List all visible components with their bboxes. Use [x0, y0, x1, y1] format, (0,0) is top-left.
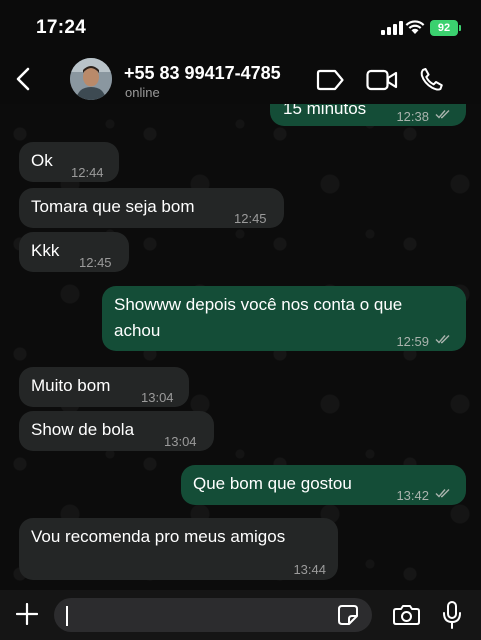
message-bubble-incoming[interactable]: Tomara que seja bom 12:45	[19, 188, 284, 228]
read-receipt-icon	[435, 335, 450, 344]
message-bubble-incoming[interactable]: Show de bola 13:04	[19, 411, 214, 451]
contact-status: online	[125, 85, 160, 100]
status-time: 17:24	[36, 17, 87, 38]
message-time: 12:38	[396, 109, 429, 124]
message-bubble-incoming[interactable]: Muito bom 13:04	[19, 367, 189, 407]
wifi-icon	[405, 20, 425, 34]
avatar[interactable]	[70, 58, 112, 100]
chat-header: +55 83 99417-4785 online	[0, 54, 481, 104]
message-time: 12:44	[71, 165, 104, 180]
message-time: 12:45	[234, 211, 267, 226]
message-text: Ok	[31, 151, 53, 170]
message-text: Vou recomenda pro meus amigos	[31, 527, 286, 546]
message-time: 13:04	[164, 434, 197, 449]
message-text: Tomara que seja bom	[31, 197, 195, 216]
contact-name[interactable]: +55 83 99417-4785	[124, 63, 281, 84]
message-text: Muito bom	[31, 376, 111, 395]
signal-icon	[381, 21, 403, 35]
voice-call-icon[interactable]	[419, 67, 444, 92]
message-text-line-1: Showww depois você nos conta o que	[114, 295, 403, 314]
message-bubble-incoming[interactable]: Vou recomenda pro meus amigos 13:44	[19, 518, 338, 580]
text-caret	[66, 606, 68, 626]
message-bubble-incoming[interactable]: Ok 12:44	[19, 142, 119, 182]
input-bar	[0, 590, 481, 640]
status-bar: 17:24 92	[0, 0, 481, 54]
message-text: Show de bola	[31, 420, 135, 439]
sticker-icon[interactable]	[337, 604, 359, 626]
message-time: 12:45	[79, 255, 112, 270]
battery-level: 92	[437, 22, 451, 34]
video-call-icon[interactable]	[366, 69, 398, 91]
message-time: 13:42	[396, 488, 429, 503]
back-icon[interactable]	[12, 66, 36, 92]
message-time: 13:44	[293, 562, 326, 577]
message-bubble-outgoing[interactable]: Que bom que gostou 13:42	[181, 465, 466, 505]
message-bubble-outgoing[interactable]: Showww depois você nos conta o que achou…	[102, 286, 466, 351]
message-input[interactable]	[54, 598, 372, 632]
battery-indicator: 92	[430, 20, 461, 36]
message-time: 12:59	[396, 334, 429, 349]
labels-icon[interactable]	[316, 69, 345, 91]
message-bubble-outgoing[interactable]: 15 minutos 12:38	[270, 104, 466, 126]
read-receipt-icon	[435, 489, 450, 498]
message-bubble-incoming[interactable]: Kkk 12:45	[19, 232, 129, 272]
message-text: Kkk	[31, 241, 60, 260]
plus-icon[interactable]	[16, 603, 38, 625]
mic-icon[interactable]	[441, 600, 463, 630]
message-time: 13:04	[141, 390, 174, 405]
message-text: 15 minutos	[283, 104, 367, 118]
message-text-line-2: achou	[114, 321, 161, 340]
message-text: Que bom que gostou	[193, 474, 352, 493]
message-list[interactable]: 15 minutos 12:38 Ok 12:44 Tomara que sej…	[0, 104, 481, 590]
read-receipt-icon	[435, 110, 450, 119]
camera-icon[interactable]	[393, 604, 420, 626]
